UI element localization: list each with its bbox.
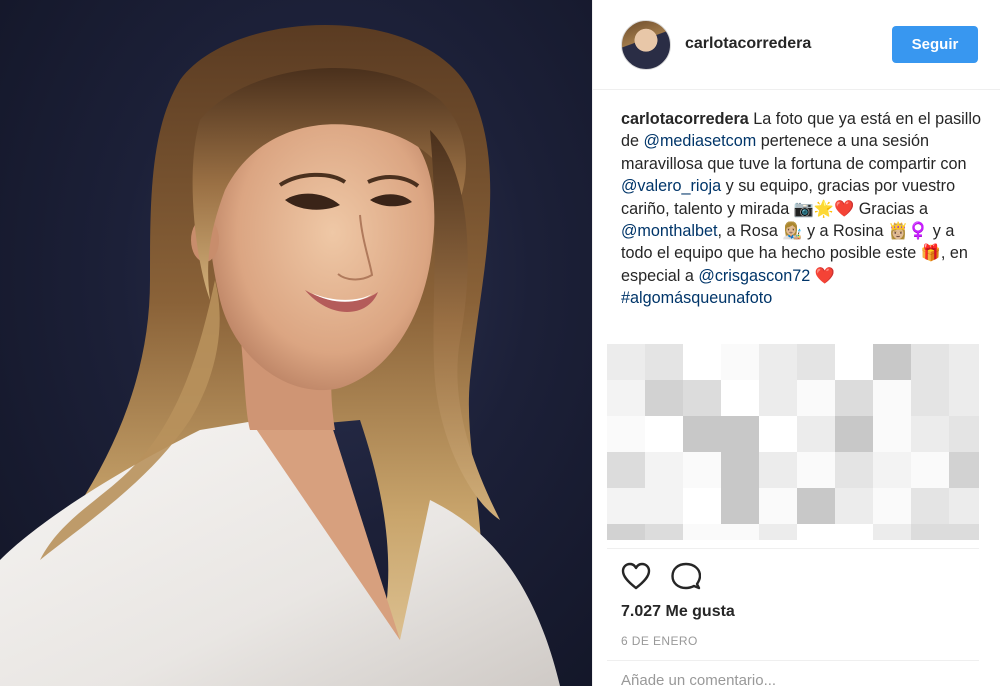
pixel-block [835,344,873,380]
pixel-block [683,380,721,416]
pixel-block [873,416,911,452]
pixel-block [911,380,949,416]
pixel-block [759,488,797,524]
pixel-block [835,524,873,540]
pixel-block [607,380,645,416]
pixel-block [759,524,797,540]
portrait-image [0,25,560,686]
pixel-block [759,416,797,452]
mention-link[interactable]: @monthalbet [621,222,718,240]
pixel-block [607,488,645,524]
pixel-block [949,524,979,540]
pixel-block [797,416,835,452]
pixel-block [721,344,759,380]
divider [607,548,979,549]
post-header: carlotacorredera Seguir [593,0,1000,90]
pixel-block [645,488,683,524]
pixel-block [683,524,721,540]
pixel-block [607,524,645,540]
pixel-block [721,416,759,452]
post-date[interactable]: 6 DE ENERO [621,634,698,648]
pixel-block [721,488,759,524]
pixel-block [797,452,835,488]
comment-input[interactable]: Añade un comentario... [621,672,981,686]
pixel-block [645,452,683,488]
pixel-block [759,380,797,416]
caption-text: ❤️ [810,266,835,285]
post-caption: carlotacorredera La foto que ya está en … [621,108,983,310]
pixel-block [873,452,911,488]
follow-button[interactable]: Seguir [892,26,978,63]
pixel-block [683,452,721,488]
pixel-block [607,416,645,452]
like-count[interactable]: 7.027 Me gusta [621,603,735,621]
pixel-block [607,452,645,488]
pixel-block [721,524,759,540]
pixel-block [759,452,797,488]
pixel-block [797,524,835,540]
avatar[interactable] [621,20,671,70]
pixel-block [645,344,683,380]
pixel-block [835,380,873,416]
pixel-block [835,488,873,524]
pixel-block [721,380,759,416]
pixel-block [835,416,873,452]
pixel-block [645,416,683,452]
pixel-block [645,524,683,540]
pixel-block [683,488,721,524]
pixel-block [911,488,949,524]
pixel-block [949,416,979,452]
pixel-block [911,416,949,452]
divider [607,660,979,661]
pixel-block [911,452,949,488]
pixel-block [721,452,759,488]
mention-link[interactable]: @valero_rioja [621,177,721,195]
pixel-block [873,488,911,524]
pixelated-comments [607,344,979,540]
pixel-block [835,452,873,488]
mention-link[interactable]: @mediasetcom [644,132,757,150]
pixel-block [797,380,835,416]
pixel-block [797,344,835,380]
pixel-block [683,416,721,452]
pixel-block [797,488,835,524]
pixel-block [911,524,949,540]
post-photo[interactable] [0,0,592,686]
heart-icon[interactable] [621,562,651,590]
hashtag-link[interactable]: #algomásqueunafoto [621,289,772,307]
pixel-block [949,452,979,488]
pixel-block [911,344,949,380]
header-username[interactable]: carlotacorredera [685,35,811,53]
pixel-block [759,344,797,380]
caption-username[interactable]: carlotacorredera [621,110,749,128]
pixel-block [949,488,979,524]
pixel-block [607,344,645,380]
comment-bubble-icon[interactable] [671,562,701,592]
pixel-block [949,380,979,416]
pixel-block [683,344,721,380]
mention-link[interactable]: @crisgascon72 [698,267,810,285]
post-sidebar: carlotacorredera Seguir carlotacorredera… [592,0,1000,686]
pixel-block [873,344,911,380]
pixel-block [949,344,979,380]
pixel-block [645,380,683,416]
pixel-block [873,380,911,416]
pixel-block [873,524,911,540]
